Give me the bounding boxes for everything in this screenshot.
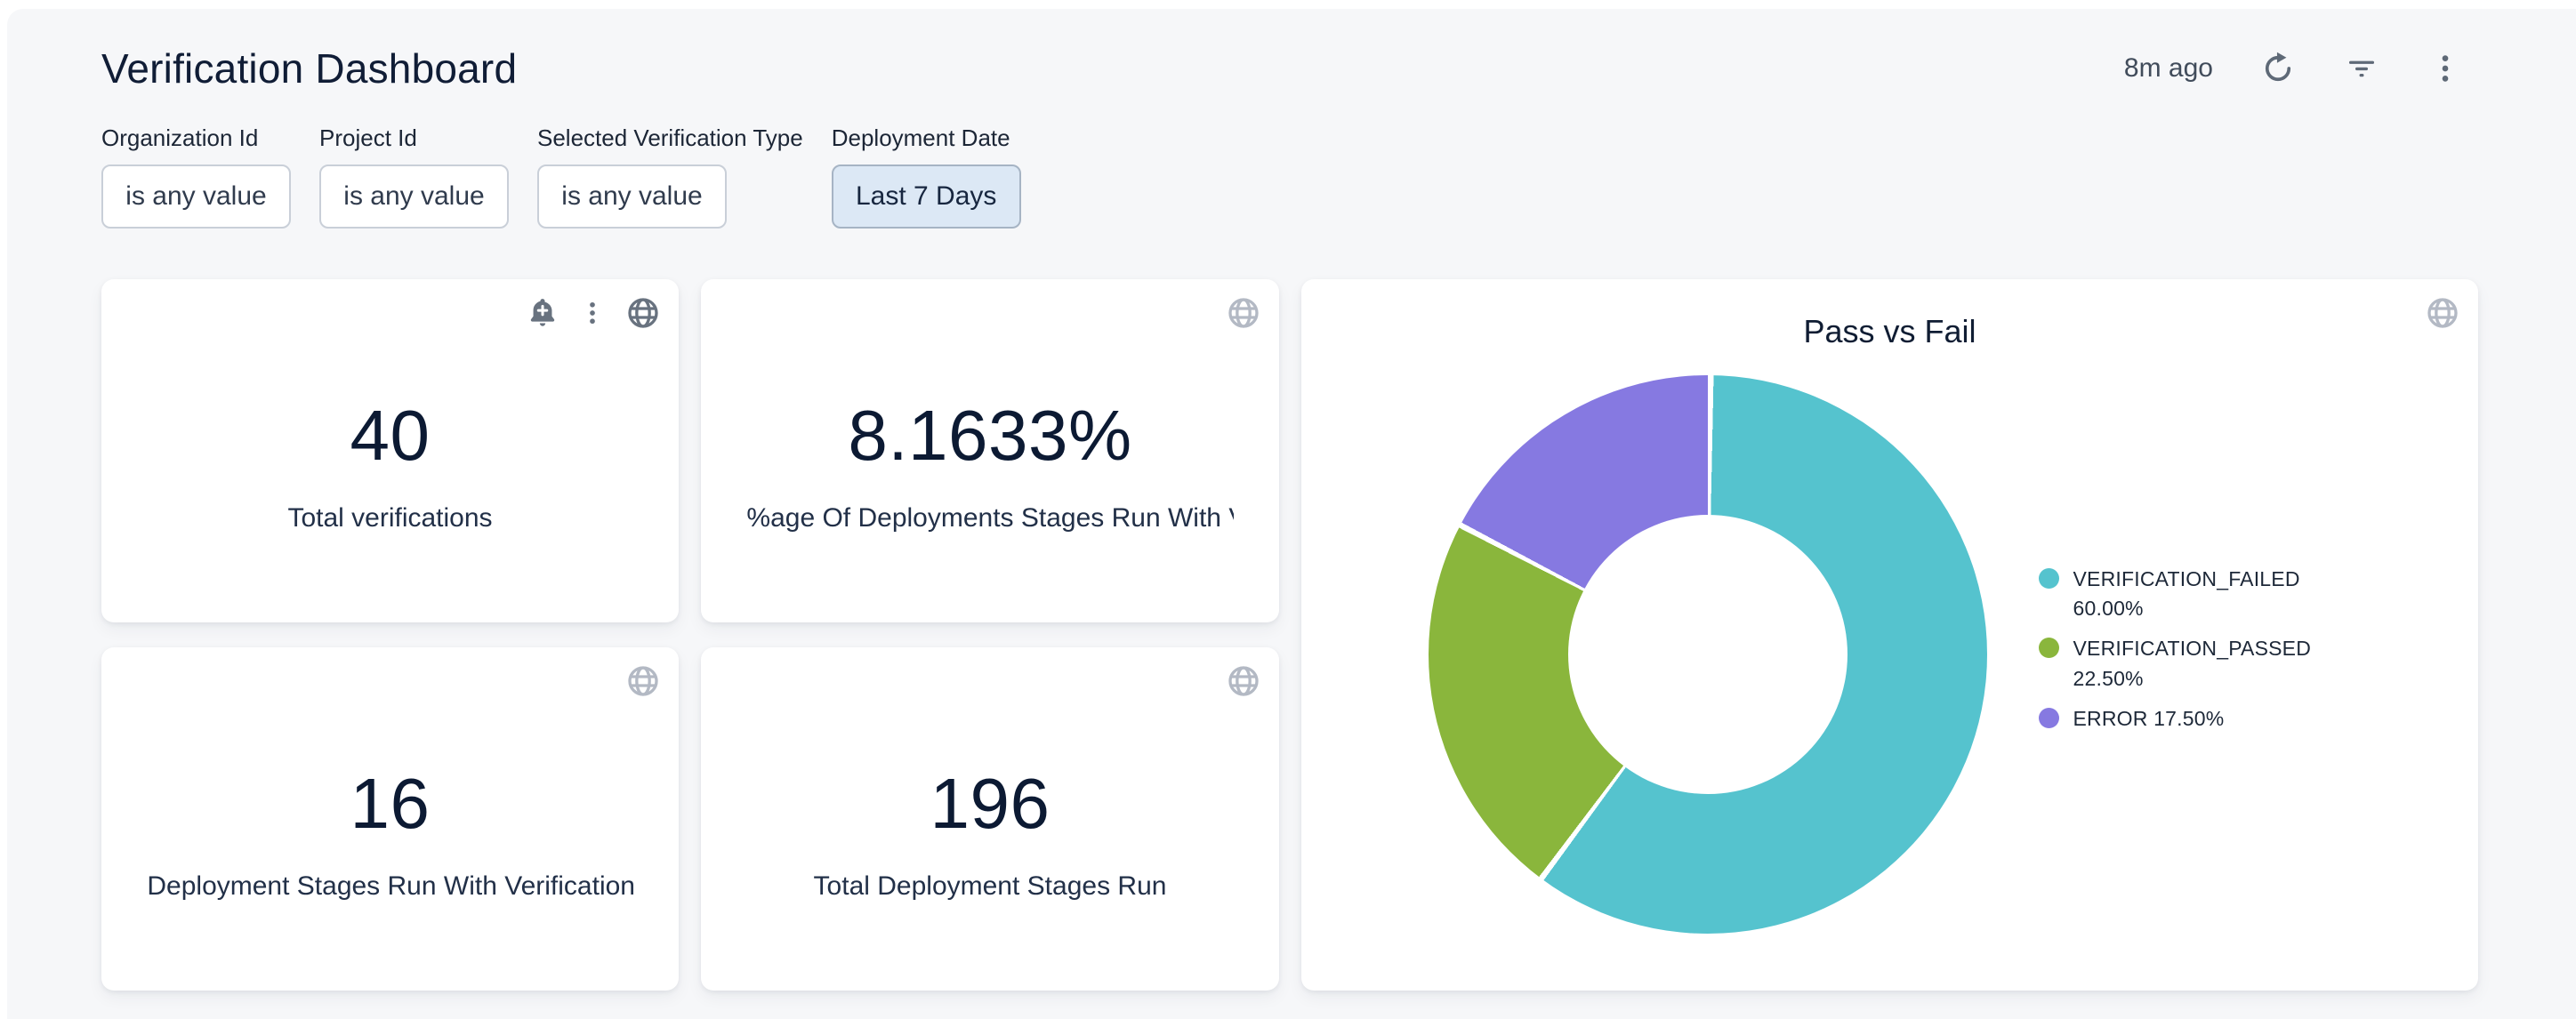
filter-project-id: Project Id is any value (319, 124, 509, 229)
legend-swatch (2039, 708, 2059, 728)
globe-icon[interactable] (625, 663, 661, 699)
tile-value: 40 (350, 395, 431, 477)
filter-label: Deployment Date (832, 124, 1021, 152)
header-actions: 8m ago (2124, 50, 2464, 87)
legend-label: VERIFICATION_PASSED 22.50% (2073, 634, 2352, 694)
globe-icon[interactable] (1226, 663, 1261, 699)
tile-label: Total verifications (287, 503, 492, 534)
tile-label: Deployment Stages Run With Verification (147, 871, 632, 902)
legend-item-verification-passed[interactable]: VERIFICATION_PASSED 22.50% (2039, 634, 2352, 694)
tile-icon-row (1226, 295, 1261, 331)
tile-label: %age Of Deployments Stages Run With V… (746, 503, 1233, 534)
tile-icon-row (2425, 295, 2460, 331)
filter-value-project-id[interactable]: is any value (319, 164, 509, 229)
filter-value-selected-verification-type[interactable]: is any value (537, 164, 727, 229)
tile-percentage-stages-with-verification: 8.1633% %age Of Deployments Stages Run W… (701, 279, 1279, 622)
last-refresh-time: 8m ago (2124, 53, 2213, 84)
chart-title: Pass vs Fail (1301, 313, 2478, 350)
filter-bar: Organization Id is any value Project Id … (101, 124, 2480, 229)
globe-icon[interactable] (1226, 295, 1261, 331)
filter-icon[interactable] (2343, 50, 2380, 87)
tile-icon-row (625, 663, 661, 699)
filter-value-organization-id[interactable]: is any value (101, 164, 291, 229)
pass-vs-fail-card: Pass vs Fail VERIFICATION_FAILED 60.00% … (1301, 279, 2478, 991)
legend-item-verification-failed[interactable]: VERIFICATION_FAILED 60.00% (2039, 565, 2352, 624)
filter-value-deployment-date[interactable]: Last 7 Days (832, 164, 1021, 229)
legend-label: ERROR 17.50% (2073, 704, 2225, 734)
tile-value: 8.1633% (848, 395, 1131, 477)
tile-icon-row (526, 295, 661, 331)
chart-body: VERIFICATION_FAILED 60.00% VERIFICATION_… (1301, 350, 2478, 991)
legend-swatch (2039, 568, 2059, 589)
page-title: Verification Dashboard (101, 44, 517, 92)
filter-organization-id: Organization Id is any value (101, 124, 291, 229)
tile-label: Total Deployment Stages Run (814, 871, 1167, 902)
tile-total-verifications: 40 Total verifications (101, 279, 679, 622)
dashboard-header: Verification Dashboard 8m ago (101, 44, 2480, 92)
filter-deployment-date: Deployment Date Last 7 Days (832, 124, 1021, 229)
kebab-menu-icon[interactable] (2427, 50, 2464, 87)
cards-grid: 40 Total verifications 8.1633% %age Of D… (101, 279, 2480, 991)
tile-stages-run-with-verification: 16 Deployment Stages Run With Verificati… (101, 647, 679, 991)
globe-icon[interactable] (2425, 295, 2460, 331)
legend-item-error[interactable]: ERROR 17.50% (2039, 704, 2352, 734)
globe-icon[interactable] (625, 295, 661, 331)
notification-add-icon[interactable] (526, 296, 559, 330)
dashboard-pane: Verification Dashboard 8m ago (7, 9, 2576, 1019)
filter-label: Organization Id (101, 124, 291, 152)
chart-legend: VERIFICATION_FAILED 60.00% VERIFICATION_… (2039, 565, 2352, 745)
filter-label: Selected Verification Type (537, 124, 803, 152)
tile-value: 16 (350, 763, 431, 845)
refresh-icon[interactable] (2259, 50, 2297, 87)
legend-label: VERIFICATION_FAILED 60.00% (2073, 565, 2352, 624)
tile-icon-row (1226, 663, 1261, 699)
kebab-menu-icon[interactable] (577, 296, 608, 330)
filter-label: Project Id (319, 124, 509, 152)
filter-selected-verification-type: Selected Verification Type is any value (537, 124, 803, 229)
legend-swatch (2039, 638, 2059, 658)
tile-value: 196 (930, 763, 1051, 845)
pass-vs-fail-donut[interactable] (1429, 375, 1987, 934)
tile-total-deployment-stages-run: 196 Total Deployment Stages Run (701, 647, 1279, 991)
